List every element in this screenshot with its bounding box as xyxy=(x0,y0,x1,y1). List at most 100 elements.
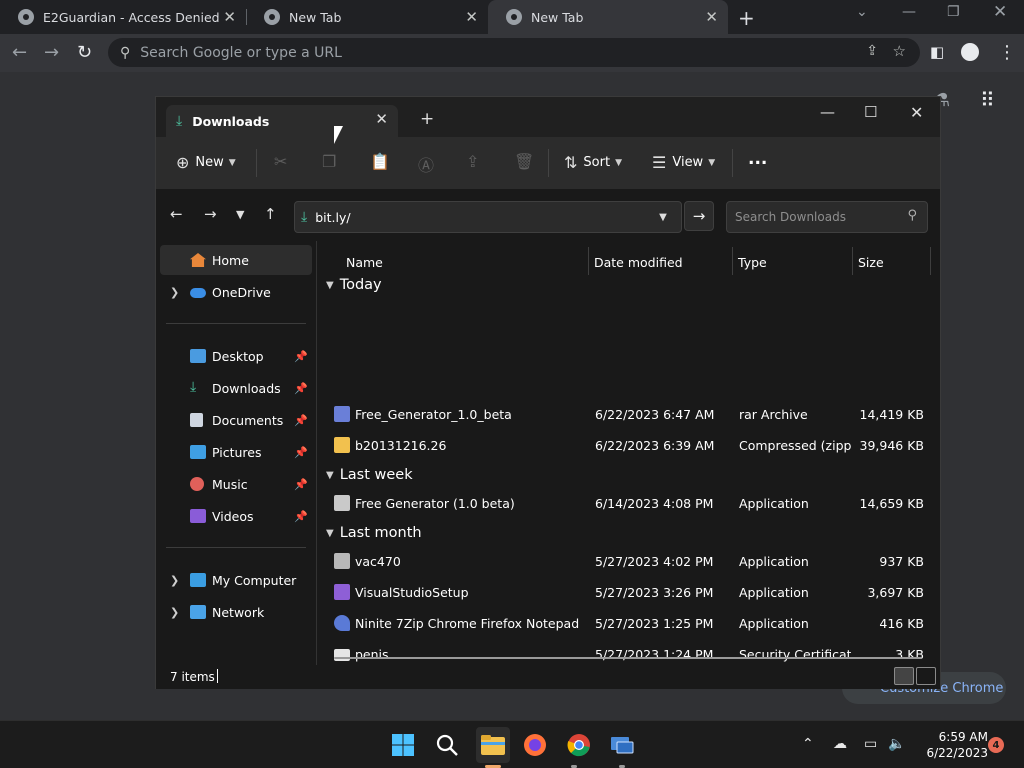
table-row[interactable]: VisualStudioSetup 5/27/2023 3:26 PM Appl… xyxy=(318,579,938,607)
chevron-right-icon[interactable]: ❯ xyxy=(170,574,179,587)
column-divider[interactable] xyxy=(852,247,853,275)
pin-icon[interactable]: 📌 xyxy=(294,478,308,491)
column-divider[interactable] xyxy=(930,247,931,275)
cut-icon[interactable]: ✂ xyxy=(274,152,287,171)
nav-item-desktop[interactable]: Desktop 📌 xyxy=(160,341,312,371)
column-header-name[interactable]: Name xyxy=(346,255,383,270)
globe-icon xyxy=(18,9,34,25)
pin-icon[interactable]: 📌 xyxy=(294,510,308,523)
minimize-icon[interactable]: — xyxy=(902,4,916,20)
table-row[interactable]: vac470 5/27/2023 4:02 PM Application 937… xyxy=(318,548,938,576)
rename-icon[interactable]: Ⓐ xyxy=(418,152,434,176)
menu-kebab-icon[interactable]: ⋮ xyxy=(998,42,1016,63)
group-header-today[interactable]: ▼ Today xyxy=(326,277,382,293)
horizontal-scrollbar[interactable] xyxy=(334,657,922,659)
file-explorer-taskbar-icon[interactable] xyxy=(476,727,510,763)
windows-start-icon[interactable] xyxy=(389,731,417,759)
column-divider[interactable] xyxy=(588,247,589,275)
nav-item-videos[interactable]: Videos 📌 xyxy=(160,501,312,531)
firefox-icon[interactable] xyxy=(521,731,549,759)
side-panel-icon[interactable]: ◧ xyxy=(930,43,944,61)
remote-desktop-icon[interactable] xyxy=(608,731,636,759)
column-divider[interactable] xyxy=(732,247,733,275)
address-dropdown-icon[interactable]: ▼ xyxy=(646,202,680,232)
close-window-icon[interactable]: ✕ xyxy=(910,103,923,122)
table-row[interactable]: b20131216.26 6/22/2023 6:39 AM Compresse… xyxy=(318,432,938,460)
minimize-icon[interactable]: — xyxy=(820,103,835,121)
maximize-icon[interactable]: ☐ xyxy=(864,103,877,121)
delete-icon[interactable]: 🗑 xyxy=(514,152,534,171)
profile-avatar-icon[interactable] xyxy=(961,43,979,61)
nav-item-downloads[interactable]: ⤓ Downloads 📌 xyxy=(160,373,312,403)
share-icon[interactable]: ⇪ xyxy=(866,43,878,59)
chrome-tab-new-tab-1[interactable]: New Tab ✕ xyxy=(246,0,488,34)
omnibox[interactable]: ⚲ Search Google or type a URL ⇪ ☆ xyxy=(108,38,920,67)
view-button[interactable]: ☰ View ▼ xyxy=(652,153,715,172)
close-icon[interactable]: ✕ xyxy=(223,8,236,26)
tab-search-icon[interactable]: ⌄ xyxy=(856,4,868,20)
sort-button[interactable]: ⇅ Sort ▼ xyxy=(564,153,622,172)
close-window-icon[interactable]: ✕ xyxy=(993,2,1007,22)
explorer-tab-downloads[interactable]: ⤓ Downloads ✕ xyxy=(166,105,398,137)
close-tab-icon[interactable]: ✕ xyxy=(375,110,388,128)
pin-icon[interactable]: 📌 xyxy=(294,382,308,395)
details-view-icon[interactable] xyxy=(894,667,914,685)
nav-item-onedrive[interactable]: ❯ OneDrive xyxy=(160,277,312,307)
nav-item-network[interactable]: ❯ Network xyxy=(160,597,312,627)
nav-item-my-computer[interactable]: ❯ My Computer xyxy=(160,565,312,595)
notification-badge[interactable]: 4 xyxy=(988,737,1004,753)
column-header-size[interactable]: Size xyxy=(858,255,884,270)
apps-grid-icon[interactable]: ⠿ xyxy=(980,88,995,112)
search-icon[interactable] xyxy=(433,731,461,759)
column-header-type[interactable]: Type xyxy=(738,255,767,270)
nav-item-music[interactable]: Music 📌 xyxy=(160,469,312,499)
go-arrow-icon[interactable]: → xyxy=(684,201,714,231)
explorer-new-tab-button[interactable]: + xyxy=(420,109,434,129)
nav-item-home[interactable]: Home xyxy=(160,245,312,275)
table-row[interactable]: Free Generator (1.0 beta) 6/14/2023 4:08… xyxy=(318,490,938,518)
see-more-button[interactable]: ... xyxy=(748,149,767,169)
restore-icon[interactable]: ❐ xyxy=(947,4,960,20)
close-icon[interactable]: ✕ xyxy=(465,8,478,26)
nav-item-documents[interactable]: Documents 📌 xyxy=(160,405,312,435)
chevron-right-icon[interactable]: ❯ xyxy=(170,286,179,299)
up-icon[interactable]: ↑ xyxy=(264,205,277,223)
network-status-icon[interactable]: ▭ xyxy=(864,736,877,752)
search-downloads-input[interactable]: Search Downloads ⚲ xyxy=(726,201,928,233)
tiles-view-icon[interactable] xyxy=(916,667,936,685)
group-header-last-week[interactable]: ▼ Last week xyxy=(326,467,413,483)
copy-icon[interactable]: ❐ xyxy=(322,152,336,171)
back-icon[interactable]: ← xyxy=(170,205,183,223)
forward-icon[interactable]: → xyxy=(44,42,59,63)
pane-divider[interactable] xyxy=(316,241,317,665)
new-tab-button[interactable]: + xyxy=(738,6,755,30)
recent-locations-icon[interactable]: ▼ xyxy=(236,208,244,221)
back-icon[interactable]: ← xyxy=(12,42,27,63)
file-size: 14,419 KB xyxy=(859,407,924,422)
pin-icon[interactable]: 📌 xyxy=(294,414,308,427)
volume-icon[interactable]: 🔈 xyxy=(888,736,905,752)
paste-icon[interactable]: 📋 xyxy=(370,152,390,171)
onedrive-offline-icon[interactable]: ☁ xyxy=(833,736,847,752)
chrome-icon[interactable] xyxy=(565,731,593,759)
forward-icon[interactable]: → xyxy=(204,205,217,223)
taskbar-clock[interactable]: 6:59 AM 6/22/2023 xyxy=(912,729,988,761)
bookmark-star-icon[interactable]: ☆ xyxy=(893,42,906,60)
chrome-tab-e2guardian[interactable]: E2Guardian - Access Denied ✕ xyxy=(0,0,246,34)
pin-icon[interactable]: 📌 xyxy=(294,446,308,459)
table-row[interactable]: Ninite 7Zip Chrome Firefox Notepad Inst.… xyxy=(318,610,938,638)
chevron-right-icon[interactable]: ❯ xyxy=(170,606,179,619)
share-icon[interactable]: ⇪ xyxy=(466,152,479,171)
chrome-tab-new-tab-2[interactable]: New Tab ✕ xyxy=(488,0,728,34)
nav-item-pictures[interactable]: Pictures 📌 xyxy=(160,437,312,467)
table-row[interactable]: Free_Generator_1.0_beta 6/22/2023 6:47 A… xyxy=(318,401,938,429)
zip-folder-icon xyxy=(334,437,350,453)
column-header-date[interactable]: Date modified xyxy=(594,255,683,270)
close-icon[interactable]: ✕ xyxy=(705,8,718,26)
address-bar[interactable]: ⤓ bit.ly/ xyxy=(294,201,682,233)
reload-icon[interactable]: ↻ xyxy=(77,42,92,63)
new-button[interactable]: ⊕ New ▼ xyxy=(176,153,236,172)
group-header-last-month[interactable]: ▼ Last month xyxy=(326,525,422,541)
pin-icon[interactable]: 📌 xyxy=(294,350,308,363)
chevron-up-icon[interactable]: ⌃ xyxy=(802,736,814,752)
